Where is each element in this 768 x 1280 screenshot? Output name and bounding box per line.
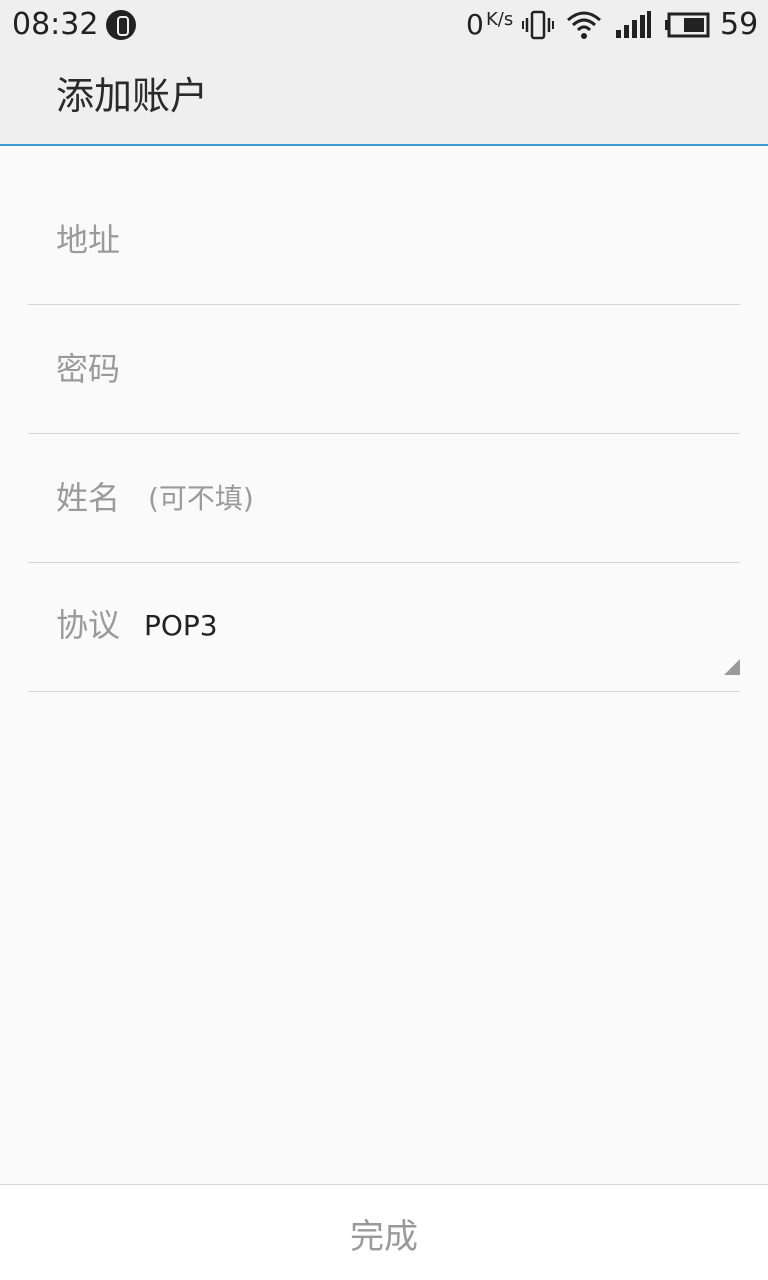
done-button[interactable]: 完成 <box>0 1185 768 1280</box>
protocol-label: 协议 <box>56 606 121 644</box>
battery-level: 59 <box>720 7 759 42</box>
dropdown-triangle-icon <box>724 659 740 675</box>
wifi-icon <box>567 11 601 39</box>
protocol-select[interactable]: POP3 <box>144 607 740 675</box>
page-title: 添加账户 <box>56 74 209 118</box>
password-row <box>28 305 740 434</box>
name-optional-hint: (可不填) <box>148 482 254 515</box>
protocol-value: POP3 <box>144 609 218 642</box>
network-speed: 0 <box>466 8 484 41</box>
add-account-screen: 08:32 0 K/s 59 添加账户 地址 姓名 (可不填) 协议 POP3 … <box>0 0 768 1280</box>
toolbar: 添加账户 <box>0 50 768 146</box>
app-notification-icon <box>106 10 136 40</box>
bottom-bar: 完成 <box>0 1184 768 1280</box>
protocol-row: 协议 POP3 <box>28 563 740 692</box>
signal-icon <box>616 11 651 38</box>
status-bar: 08:32 0 K/s 59 <box>0 0 768 50</box>
password-input[interactable] <box>56 341 716 397</box>
network-speed-unit: K/s <box>486 9 514 30</box>
status-time: 08:32 <box>12 7 99 42</box>
address-input[interactable] <box>56 212 716 268</box>
name-row: (可不填) <box>28 434 740 563</box>
address-row <box>28 176 740 305</box>
vibrate-icon <box>522 10 554 40</box>
battery-icon <box>665 12 710 38</box>
